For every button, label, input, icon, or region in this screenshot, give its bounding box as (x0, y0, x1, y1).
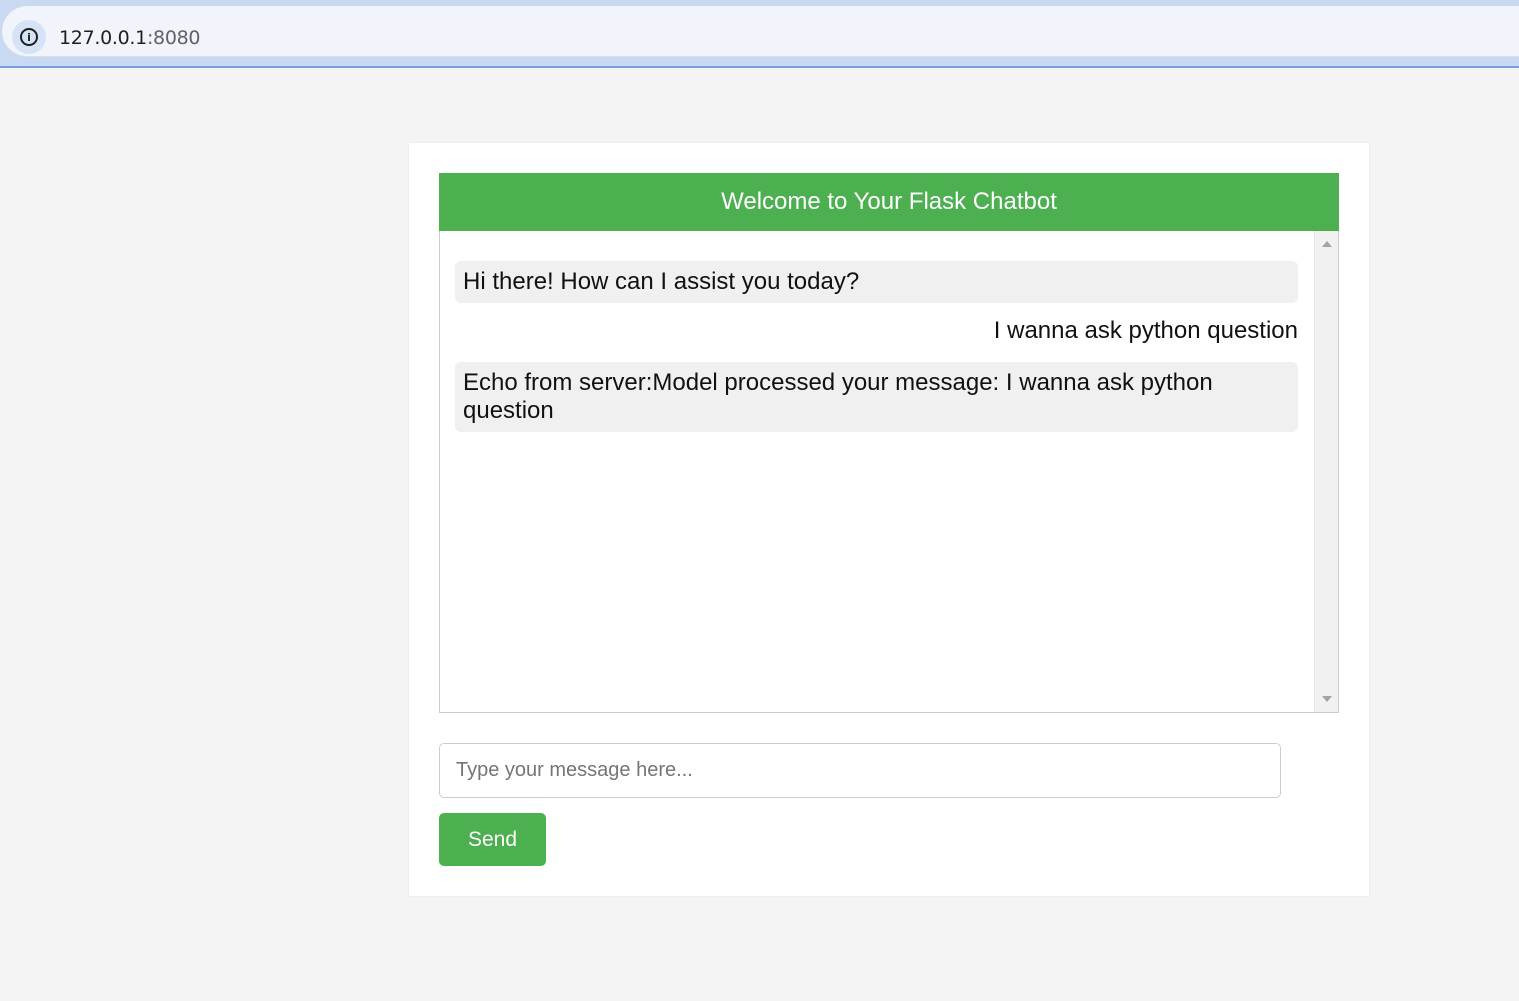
browser-toolbar: i 127.0.0.1:8080 (0, 0, 1519, 68)
scroll-up-arrow-icon[interactable] (1322, 241, 1332, 247)
url-text[interactable]: 127.0.0.1:8080 (59, 27, 201, 49)
scroll-down-arrow-icon[interactable] (1322, 696, 1332, 702)
message-input[interactable] (439, 743, 1281, 798)
url-port: :8080 (146, 27, 201, 49)
address-bar[interactable]: i 127.0.0.1:8080 (2, 6, 1519, 57)
send-button[interactable]: Send (439, 813, 546, 866)
user-message: I wanna ask python question (993, 317, 1298, 344)
message-list: Hi there! How can I assist you today? I … (455, 261, 1298, 444)
vertical-scrollbar[interactable] (1314, 231, 1338, 712)
chat-card: Welcome to Your Flask Chatbot Hi there! … (409, 143, 1369, 896)
site-info-button[interactable]: i (12, 20, 46, 54)
url-host: 127.0.0.1 (59, 27, 147, 49)
chat-title: Welcome to Your Flask Chatbot (439, 173, 1339, 231)
info-icon: i (20, 28, 38, 46)
chat-messages-panel[interactable]: Hi there! How can I assist you today? I … (439, 231, 1339, 713)
bot-message: Hi there! How can I assist you today? (455, 261, 1298, 303)
toolbar-divider (0, 66, 1519, 68)
bot-message: Echo from server:Model processed your me… (455, 362, 1298, 432)
